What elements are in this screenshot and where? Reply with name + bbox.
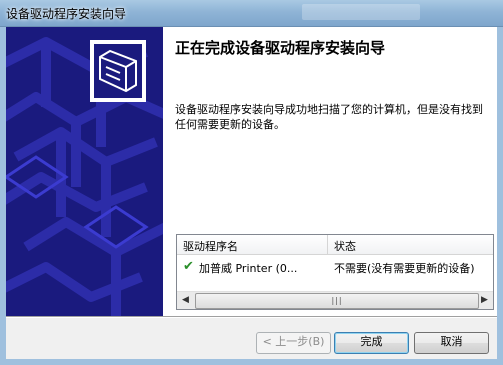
- finish-button[interactable]: 完成: [334, 332, 409, 354]
- window-frame-right: [497, 27, 503, 365]
- list-header: 驱动程序名 状态: [177, 235, 493, 255]
- wizard-banner: [6, 27, 163, 316]
- column-divider[interactable]: [327, 235, 328, 254]
- driver-list[interactable]: 驱动程序名 状态 ✔ 加普威 Printer (0... 不需要(没有需要更新的…: [176, 234, 494, 310]
- wizard-message: 设备驱动程序安装向导成功地扫描了您的计算机，但是没有找到任何需要更新的设备。: [175, 103, 483, 131]
- title-bar[interactable]: 设备驱动程序安装向导: [0, 0, 503, 27]
- back-button[interactable]: < 上一步(B): [256, 332, 331, 354]
- wizard-client-area: 正在完成设备驱动程序安装向导 设备驱动程序安装向导成功地扫描了您的计算机，但是没…: [6, 27, 497, 359]
- driver-name: 加普威 Printer (0...: [199, 262, 298, 275]
- background-window-ghost: [302, 4, 420, 20]
- horizontal-scrollbar[interactable]: ◀ ||| ▶: [177, 291, 493, 309]
- cancel-button[interactable]: 取消: [414, 332, 489, 354]
- window-title: 设备驱动程序安装向导: [6, 7, 127, 21]
- driver-status: 不需要(没有需要更新的设备): [334, 262, 475, 275]
- scroll-right-icon[interactable]: ▶: [476, 292, 493, 309]
- scroll-thumb[interactable]: |||: [195, 293, 479, 309]
- scroll-left-icon[interactable]: ◀: [177, 292, 194, 309]
- wizard-heading: 正在完成设备驱动程序安装向导: [175, 39, 386, 57]
- wizard-content: 正在完成设备驱动程序安装向导 设备驱动程序安装向导成功地扫描了您的计算机，但是没…: [163, 27, 497, 316]
- banner-pattern: [6, 27, 163, 316]
- window-frame-bottom: [0, 359, 503, 365]
- footer-divider: [6, 316, 497, 318]
- column-header-driver-name[interactable]: 驱动程序名: [183, 238, 238, 254]
- check-icon: ✔: [183, 259, 194, 274]
- list-item[interactable]: ✔ 加普威 Printer (0... 不需要(没有需要更新的设备): [177, 259, 493, 276]
- column-header-status[interactable]: 状态: [334, 238, 356, 254]
